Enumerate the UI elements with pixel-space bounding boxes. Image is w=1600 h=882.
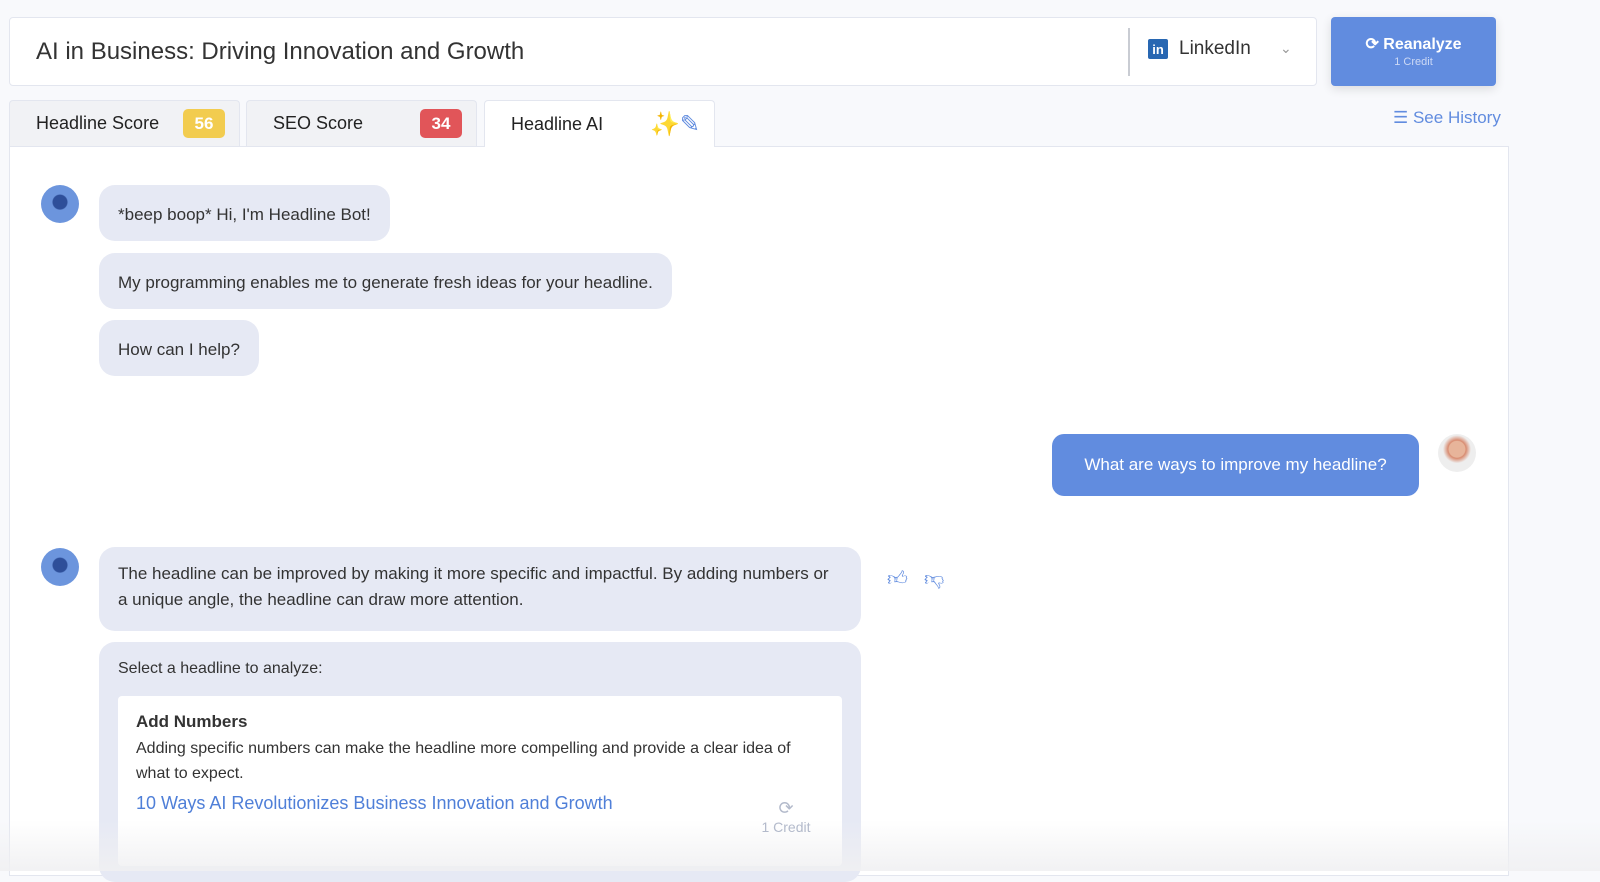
- refresh-icon: ⟳: [778, 798, 794, 818]
- suggestion-card[interactable]: Add Numbers Adding specific numbers can …: [118, 696, 842, 866]
- linkedin-icon: in: [1148, 39, 1168, 59]
- bot-avatar: [41, 548, 79, 586]
- divider: [1128, 28, 1130, 76]
- suggested-headline-link[interactable]: 10 Ways AI Revolutionizes Business Innov…: [136, 793, 613, 814]
- chevron-down-icon[interactable]: ⌄: [1280, 40, 1292, 57]
- user-avatar: [1438, 434, 1476, 472]
- tab-label: SEO Score: [273, 113, 364, 133]
- bot-message: My programming enables me to generate fr…: [99, 253, 672, 309]
- analyze-suggestion-button[interactable]: ⟳ 1 Credit: [754, 798, 818, 835]
- refresh-icon: ⟳: [1365, 36, 1384, 53]
- reanalyze-label: Reanalyze: [1383, 36, 1462, 53]
- tab-label: Headline AI: [511, 113, 604, 134]
- reanalyze-button[interactable]: ⟳ Reanalyze 1 Credit: [1331, 17, 1496, 86]
- tab-seo-score[interactable]: SEO Score 34: [246, 100, 477, 146]
- layers-icon: ☰: [1393, 108, 1413, 127]
- headline-input[interactable]: AI in Business: Driving Innovation and G…: [36, 38, 524, 66]
- select-prompt: Select a headline to analyze:: [118, 660, 323, 677]
- score-badge: 34: [420, 109, 462, 138]
- score-badge: 56: [183, 109, 225, 138]
- analyze-cost: 1 Credit: [761, 819, 811, 835]
- bot-reply: The headline can be improved by making i…: [99, 547, 861, 631]
- user-message: What are ways to improve my headline?: [1052, 434, 1419, 496]
- bot-avatar: [41, 185, 79, 223]
- sparkle-pencil-icon: ✨✎: [650, 110, 700, 138]
- platform-select[interactable]: in LinkedIn: [1148, 38, 1251, 60]
- suggestion-title: Add Numbers: [136, 712, 248, 731]
- suggestion-description: Adding specific numbers can make the hea…: [136, 740, 791, 782]
- platform-label: LinkedIn: [1179, 38, 1251, 59]
- tab-label: Headline Score: [36, 113, 160, 133]
- see-history-label: See History: [1412, 108, 1501, 127]
- thumbs-up-icon[interactable]: 👍︎: [887, 567, 908, 591]
- tab-headline-score[interactable]: Headline Score 56: [9, 100, 240, 146]
- reanalyze-cost: 1 Credit: [1394, 56, 1433, 68]
- headline-input-bar: AI in Business: Driving Innovation and G…: [9, 17, 1317, 86]
- tab-headline-ai[interactable]: Headline AI ✨✎: [484, 100, 715, 147]
- bot-message: *beep boop* Hi, I'm Headline Bot!: [99, 185, 390, 241]
- thumbs-down-icon[interactable]: 👎︎: [924, 567, 944, 591]
- see-history-link[interactable]: ☰ See History: [1393, 108, 1501, 128]
- bot-message: How can I help?: [99, 320, 259, 376]
